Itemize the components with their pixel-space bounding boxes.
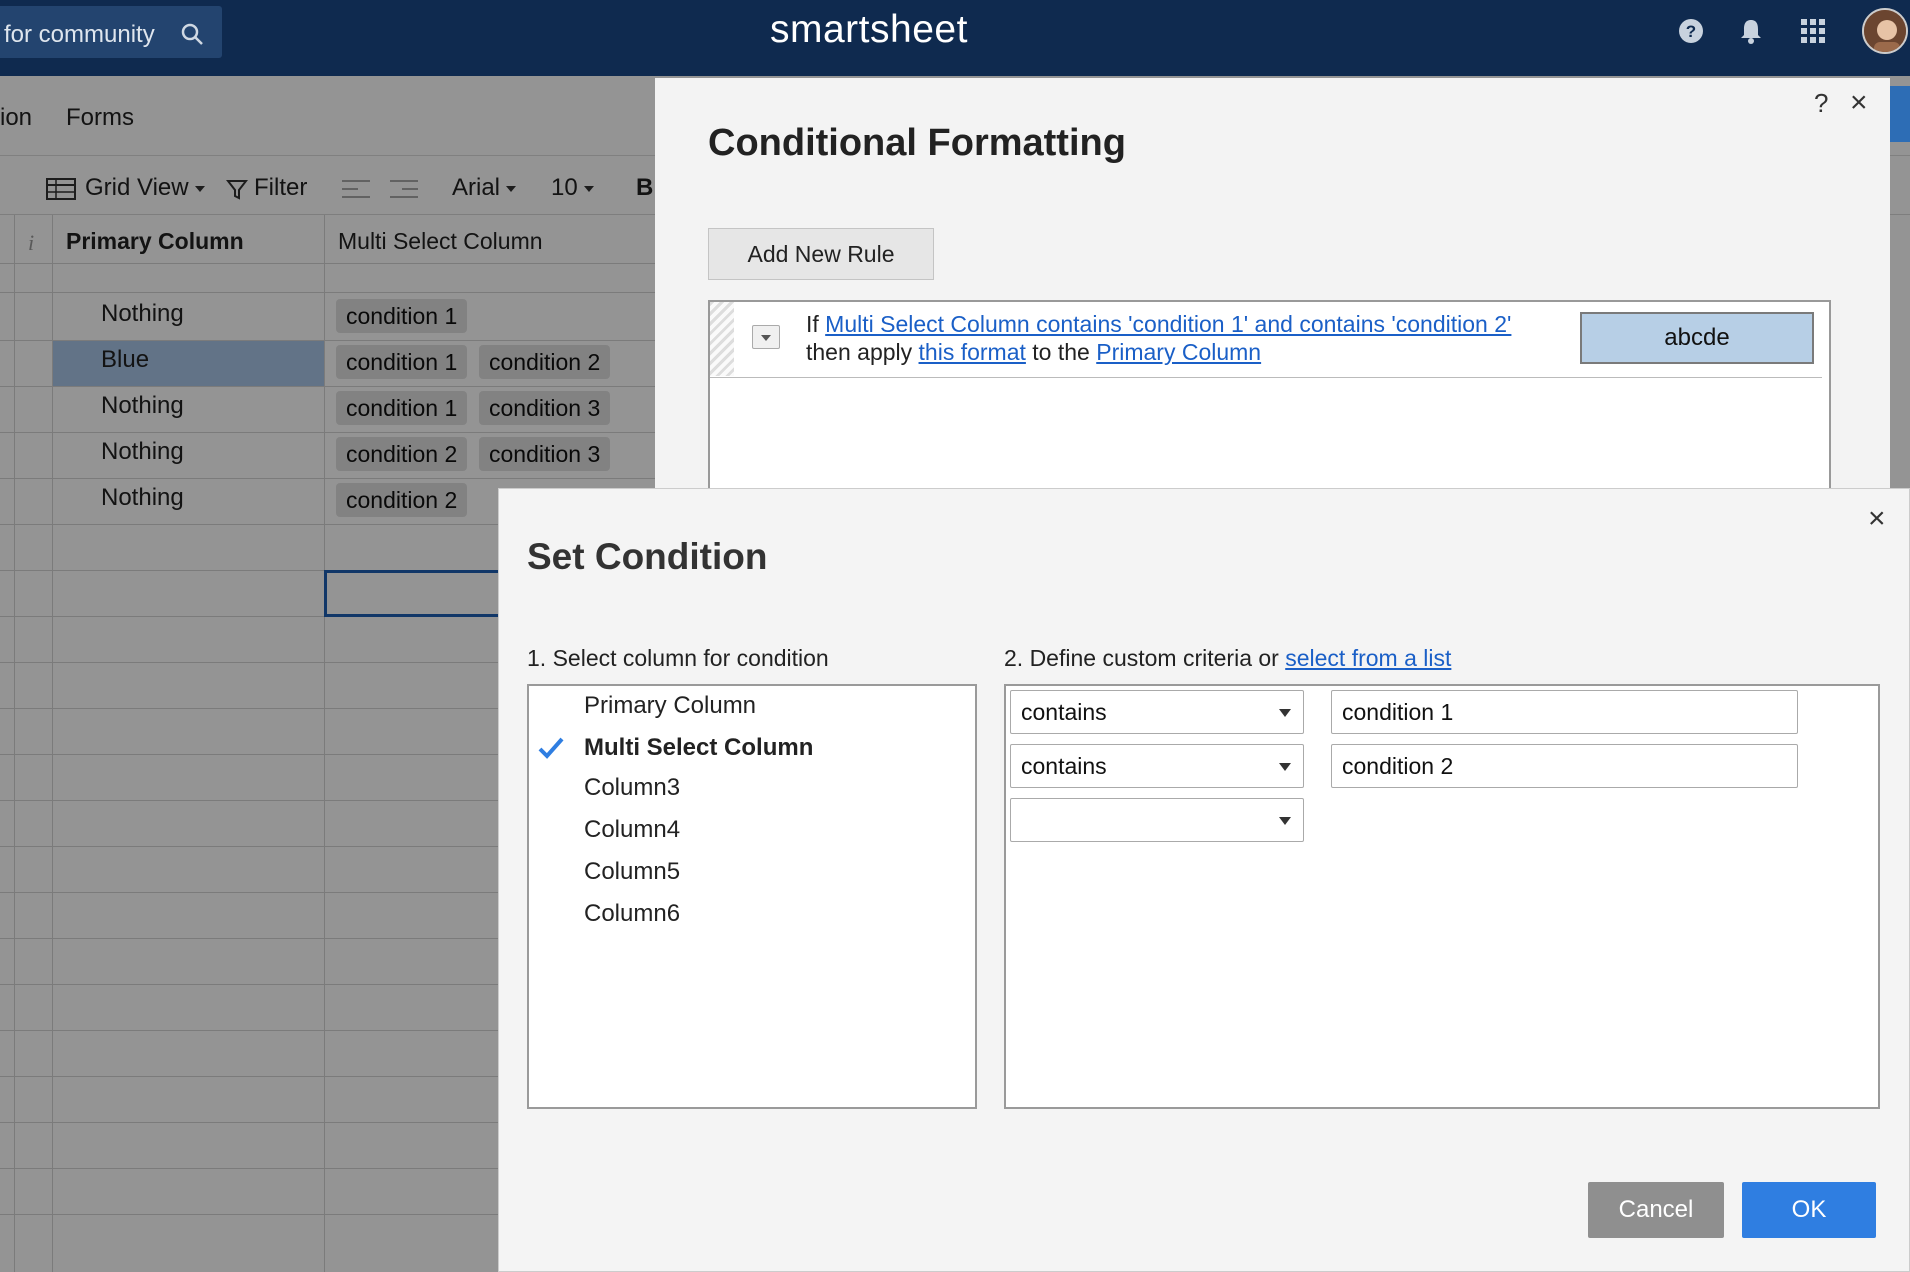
chevron-down-icon — [1279, 817, 1291, 825]
step2-label: 2. Define custom criteria or select from… — [1004, 645, 1451, 672]
community-search[interactable]: for community — [0, 6, 222, 58]
bell-icon[interactable] — [1736, 16, 1766, 46]
checkmark-icon — [538, 737, 564, 759]
criteria-value-input[interactable]: condition 1 — [1331, 690, 1798, 734]
svg-text:?: ? — [1686, 22, 1696, 41]
rule-line-1: If Multi Select Column contains 'conditi… — [806, 311, 1511, 338]
search-text[interactable]: for community — [4, 21, 155, 49]
help-icon[interactable]: ? — [1676, 16, 1706, 46]
column-option[interactable]: Column3 — [584, 774, 680, 802]
help-icon[interactable]: ? — [1814, 88, 1828, 119]
drag-handle[interactable] — [710, 302, 734, 376]
rule-if-text: If — [806, 311, 819, 337]
rule-menu-toggle[interactable] — [752, 325, 780, 349]
right-edge-button — [1890, 86, 1910, 142]
column-option-selected[interactable]: Multi Select Column — [584, 734, 813, 762]
operator-select[interactable]: contains — [1010, 744, 1304, 788]
select-from-list-link[interactable]: select from a list — [1285, 645, 1451, 671]
rule-format-link[interactable]: this format — [919, 339, 1026, 365]
operator-select[interactable]: contains — [1010, 690, 1304, 734]
add-new-rule-button[interactable]: Add New Rule — [708, 228, 934, 280]
chevron-down-icon — [1279, 709, 1291, 717]
close-icon[interactable]: × — [1868, 502, 1886, 536]
apps-grid-icon[interactable] — [1798, 16, 1828, 46]
column-option[interactable]: Column5 — [584, 858, 680, 886]
chevron-down-icon — [1279, 763, 1291, 771]
close-icon[interactable]: × — [1850, 86, 1868, 120]
rule-condition-link[interactable]: Multi Select Column contains 'condition … — [825, 311, 1511, 337]
step2-label-text: 2. Define custom criteria or — [1004, 645, 1279, 671]
search-icon[interactable] — [180, 22, 204, 46]
operator-value: contains — [1021, 699, 1107, 725]
rule-to-the-text: to the — [1032, 339, 1090, 365]
smartsheet-logo: smartsheet — [770, 8, 968, 51]
rule-column-link[interactable]: Primary Column — [1096, 339, 1261, 365]
criteria-value-input[interactable]: condition 2 — [1331, 744, 1798, 788]
step1-label: 1. Select column for condition — [527, 645, 829, 671]
dialog-title: Set Condition — [527, 536, 768, 577]
avatar[interactable] — [1862, 8, 1908, 54]
column-option[interactable]: Column4 — [584, 816, 680, 844]
panel-title: Conditional Formatting — [708, 122, 1126, 164]
column-option[interactable]: Primary Column — [584, 692, 756, 720]
cancel-button[interactable]: Cancel — [1588, 1182, 1724, 1238]
chevron-down-icon — [761, 335, 771, 341]
ok-button[interactable]: OK — [1742, 1182, 1876, 1238]
column-option[interactable]: Column6 — [584, 900, 680, 928]
format-preview[interactable]: abcde — [1580, 312, 1814, 364]
operator-select-empty[interactable] — [1010, 798, 1304, 842]
operator-value: contains — [1021, 753, 1107, 779]
rule-then-apply-text: then apply — [806, 339, 913, 365]
rule-line-2: then apply this format to the Primary Co… — [806, 339, 1261, 366]
